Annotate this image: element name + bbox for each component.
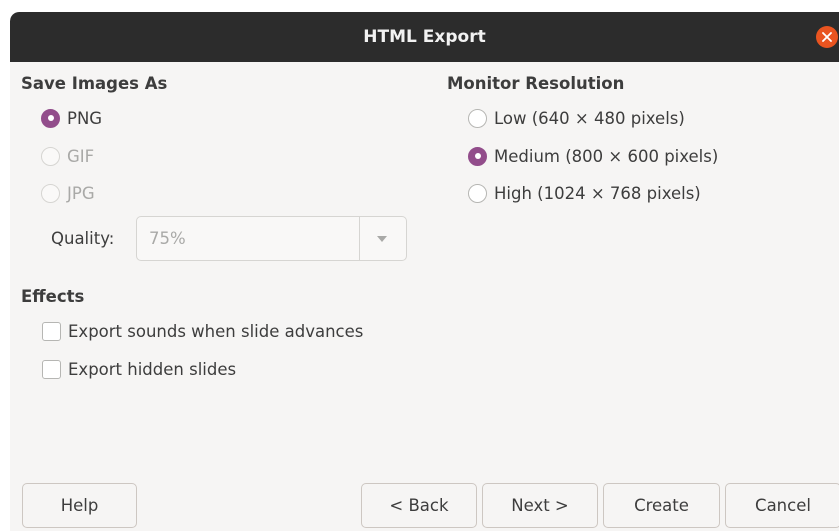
radio-high-indicator[interactable] — [468, 183, 487, 203]
radio-low-indicator[interactable] — [468, 108, 487, 128]
close-icon — [822, 32, 832, 42]
radio-low-resolution[interactable]: Low (640 × 480 pixels) — [468, 105, 685, 131]
close-button[interactable] — [816, 26, 838, 48]
save-images-heading: Save Images As — [21, 74, 168, 93]
html-export-dialog: HTML Export Save Images As PNG GIF JPG Q… — [10, 12, 839, 531]
cancel-button[interactable]: Cancel — [725, 483, 839, 528]
monitor-resolution-heading: Monitor Resolution — [447, 74, 625, 93]
checkbox-export-sounds-label: Export sounds when slide advances — [68, 321, 364, 341]
radio-png-label: PNG — [67, 108, 103, 128]
radio-high-label: High (1024 × 768 pixels) — [494, 183, 701, 203]
radio-gif-indicator[interactable] — [41, 146, 60, 166]
radio-medium-label: Medium (800 × 600 pixels) — [494, 146, 719, 166]
create-button[interactable]: Create — [603, 483, 720, 528]
quality-value: 75% — [149, 229, 186, 248]
radio-high-resolution[interactable]: High (1024 × 768 pixels) — [468, 180, 701, 206]
radio-medium-resolution[interactable]: Medium (800 × 600 pixels) — [468, 143, 718, 169]
radio-jpg-label: JPG — [67, 183, 95, 203]
radio-gif-label: GIF — [67, 146, 95, 166]
checkbox-export-hidden-slides-label: Export hidden slides — [68, 359, 237, 379]
help-button[interactable]: Help — [22, 483, 137, 528]
radio-png-indicator[interactable] — [41, 108, 60, 128]
radio-gif[interactable]: GIF — [41, 143, 94, 169]
chevron-down-icon[interactable] — [377, 236, 387, 242]
back-button[interactable]: < Back — [361, 483, 477, 528]
dialog-title: HTML Export — [363, 27, 486, 47]
quality-dropdown[interactable]: 75% — [136, 216, 407, 261]
quality-label: Quality: — [51, 229, 115, 248]
radio-jpg[interactable]: JPG — [41, 180, 95, 206]
checkbox-export-hidden-slides-box[interactable] — [42, 359, 61, 379]
title-bar[interactable]: HTML Export — [10, 12, 839, 62]
radio-low-label: Low (640 × 480 pixels) — [494, 108, 685, 128]
radio-jpg-indicator[interactable] — [41, 183, 60, 203]
checkbox-export-sounds-box[interactable] — [42, 321, 61, 341]
effects-heading: Effects — [21, 287, 85, 306]
next-button[interactable]: Next > — [482, 483, 598, 528]
checkbox-export-sounds[interactable]: Export sounds when slide advances — [42, 318, 363, 344]
checkbox-export-hidden-slides[interactable]: Export hidden slides — [42, 356, 236, 382]
radio-png[interactable]: PNG — [41, 105, 102, 131]
dropdown-divider — [359, 217, 360, 260]
radio-medium-indicator[interactable] — [468, 146, 487, 166]
